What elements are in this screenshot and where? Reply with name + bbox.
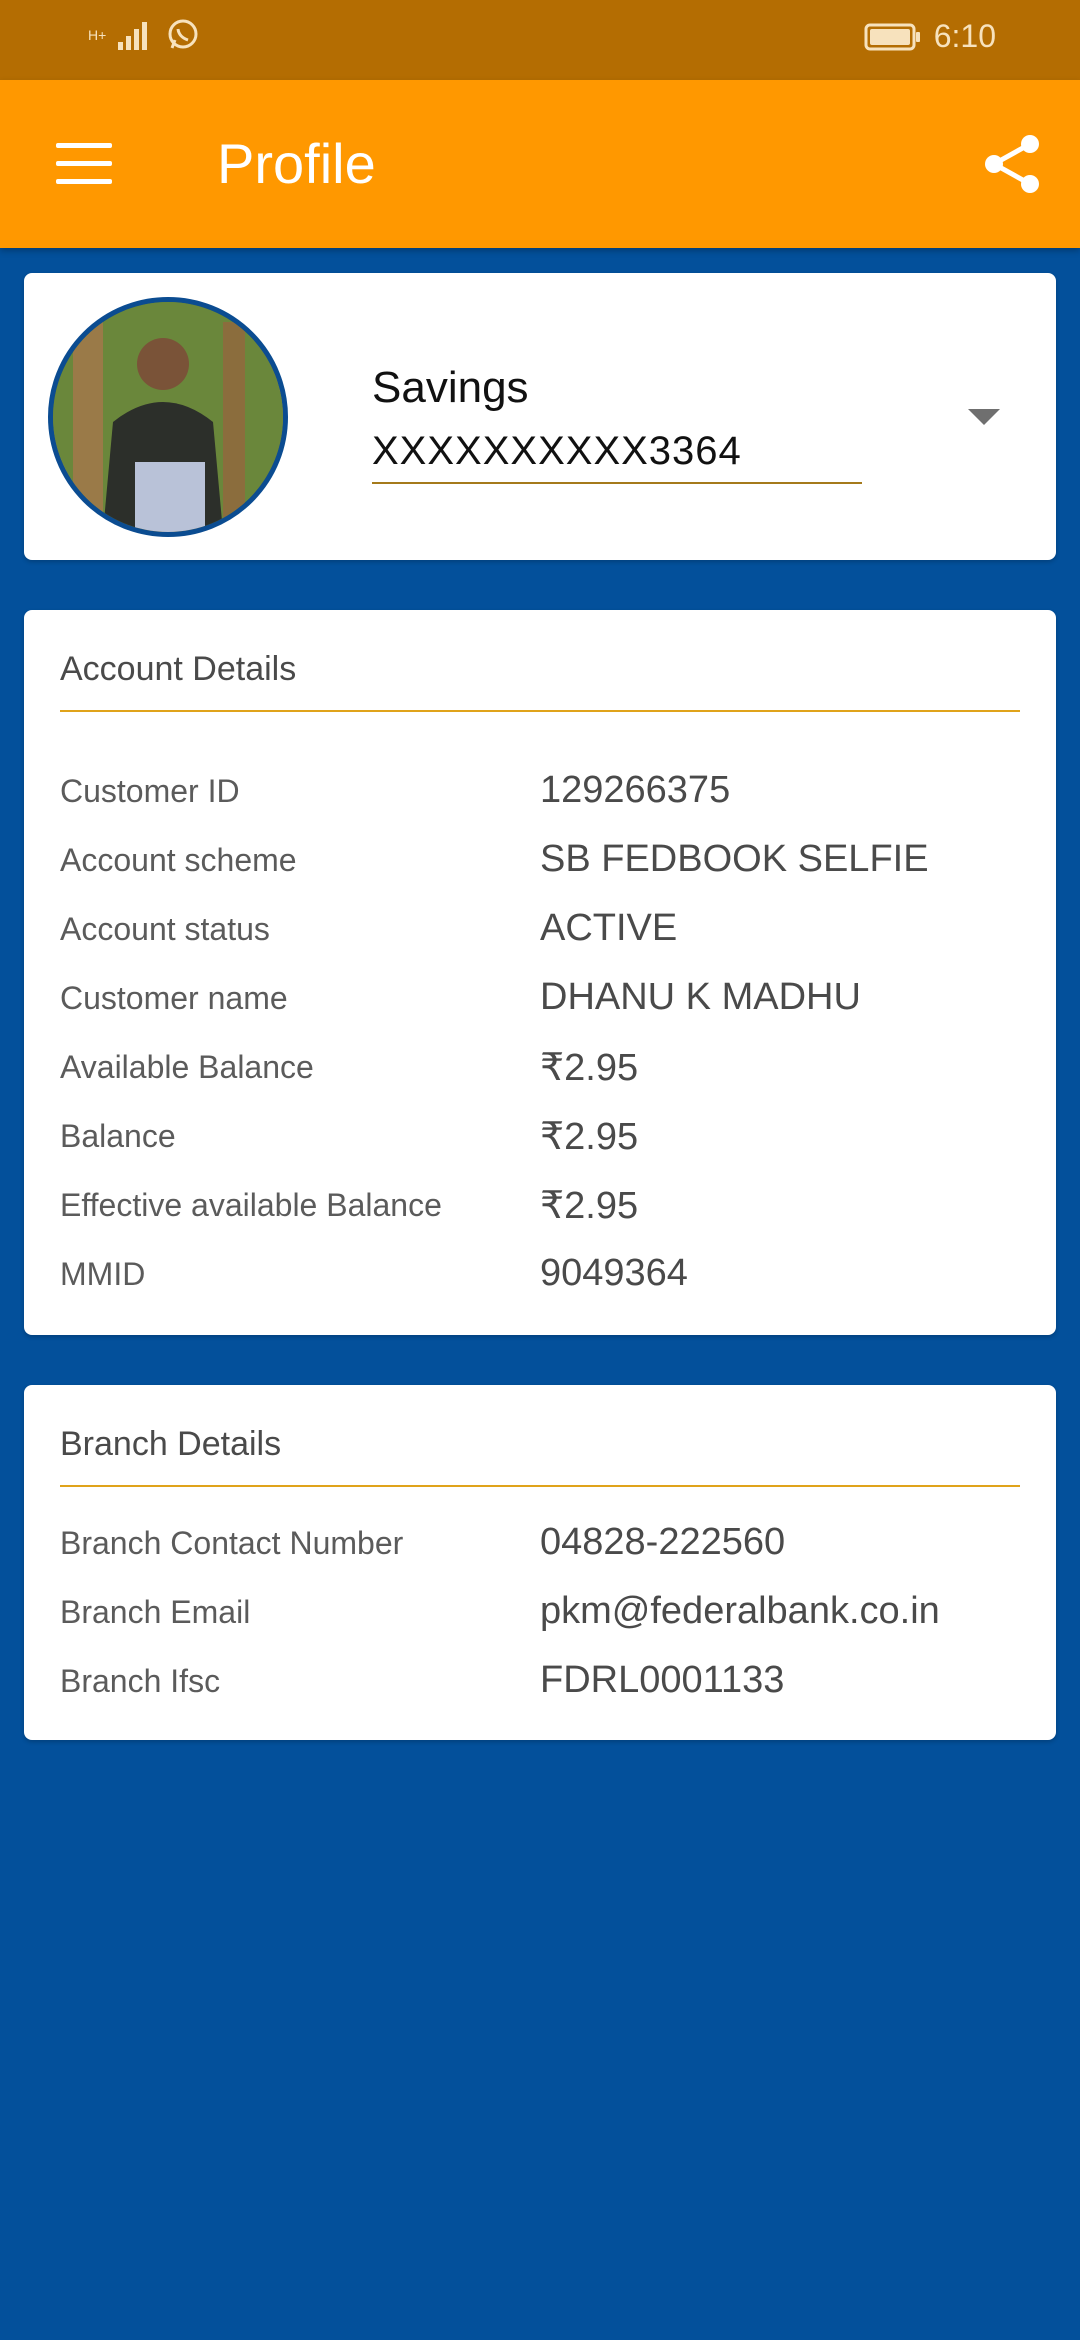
detail-value: pkm@federalbank.co.in	[540, 1590, 940, 1632]
detail-row-balance: Balance ₹2.95	[60, 1108, 1020, 1168]
share-icon[interactable]	[980, 132, 1044, 196]
detail-label: Branch Contact Number	[60, 1525, 404, 1561]
detail-value: ACTIVE	[540, 907, 678, 949]
detail-label: MMID	[60, 1256, 146, 1292]
hamburger-menu-icon[interactable]	[56, 143, 112, 185]
detail-row-customer-name: Customer name DHANU K MADHU	[60, 970, 1020, 1030]
detail-row-account-status: Account status ACTIVE	[60, 901, 1020, 961]
detail-value: ₹2.95	[540, 1116, 639, 1158]
branch-row-email: Branch Email pkm@federalbank.co.in	[60, 1584, 1020, 1644]
detail-label: Branch Email	[60, 1594, 251, 1630]
account-number-select[interactable]: XXXXXXXXXX3364	[372, 429, 862, 484]
status-bar: H+ 6:10	[0, 0, 1080, 80]
profile-photo	[53, 302, 283, 532]
signal-icon	[118, 22, 148, 50]
detail-value: SB FEDBOOK SELFIE	[540, 838, 929, 880]
detail-label: Balance	[60, 1118, 176, 1154]
whatsapp-icon	[168, 19, 198, 49]
detail-label: Effective available Balance	[60, 1187, 442, 1223]
detail-row-customer-id: Customer ID 129266375	[60, 763, 1020, 823]
branch-row-contact-number: Branch Contact Number 04828-222560	[60, 1515, 1020, 1575]
dropdown-arrow-icon[interactable]	[968, 409, 1000, 425]
detail-row-account-scheme: Account scheme SB FEDBOOK SELFIE	[60, 832, 1020, 892]
detail-value: DHANU K MADHU	[540, 976, 861, 1018]
detail-label: Available Balance	[60, 1049, 314, 1085]
battery-icon	[864, 23, 920, 50]
branch-details-title: Branch Details	[60, 1425, 282, 1463]
detail-row-mmid: MMID 9049364	[60, 1246, 1020, 1306]
detail-label: Account status	[60, 911, 270, 947]
account-details-card: Account Details Customer ID 129266375 Ac…	[24, 610, 1056, 1335]
account-type-label: Savings	[372, 363, 529, 412]
detail-value: FDRL0001133	[540, 1659, 785, 1701]
detail-value: 04828-222560	[540, 1521, 786, 1563]
detail-label: Branch Ifsc	[60, 1663, 221, 1699]
detail-label: Customer name	[60, 980, 288, 1016]
detail-value: 129266375	[540, 769, 731, 811]
account-selector-card: Savings XXXXXXXXXX3364	[24, 273, 1056, 560]
detail-row-available-balance: Available Balance ₹2.95	[60, 1039, 1020, 1099]
branch-details-card: Branch Details Branch Contact Number 048…	[24, 1385, 1056, 1740]
branch-row-ifsc: Branch Ifsc FDRL0001133	[60, 1653, 1020, 1713]
network-type-label: H+	[88, 27, 107, 43]
account-details-title: Account Details	[60, 650, 297, 688]
avatar	[48, 297, 288, 537]
detail-label: Customer ID	[60, 773, 240, 809]
section-divider	[60, 710, 1020, 712]
status-left: H+	[88, 18, 200, 52]
detail-label: Account scheme	[60, 842, 297, 878]
detail-row-effective-balance: Effective available Balance ₹2.95	[60, 1177, 1020, 1237]
detail-value: ₹2.95	[540, 1185, 639, 1227]
status-time: 6:10	[933, 18, 996, 54]
section-divider	[60, 1485, 1020, 1487]
detail-value: ₹2.95	[540, 1047, 639, 1089]
page-title: Profile	[217, 132, 376, 195]
detail-value: 9049364	[540, 1252, 688, 1294]
app-bar: Profile	[0, 80, 1080, 248]
status-right: 6:10	[864, 18, 996, 55]
